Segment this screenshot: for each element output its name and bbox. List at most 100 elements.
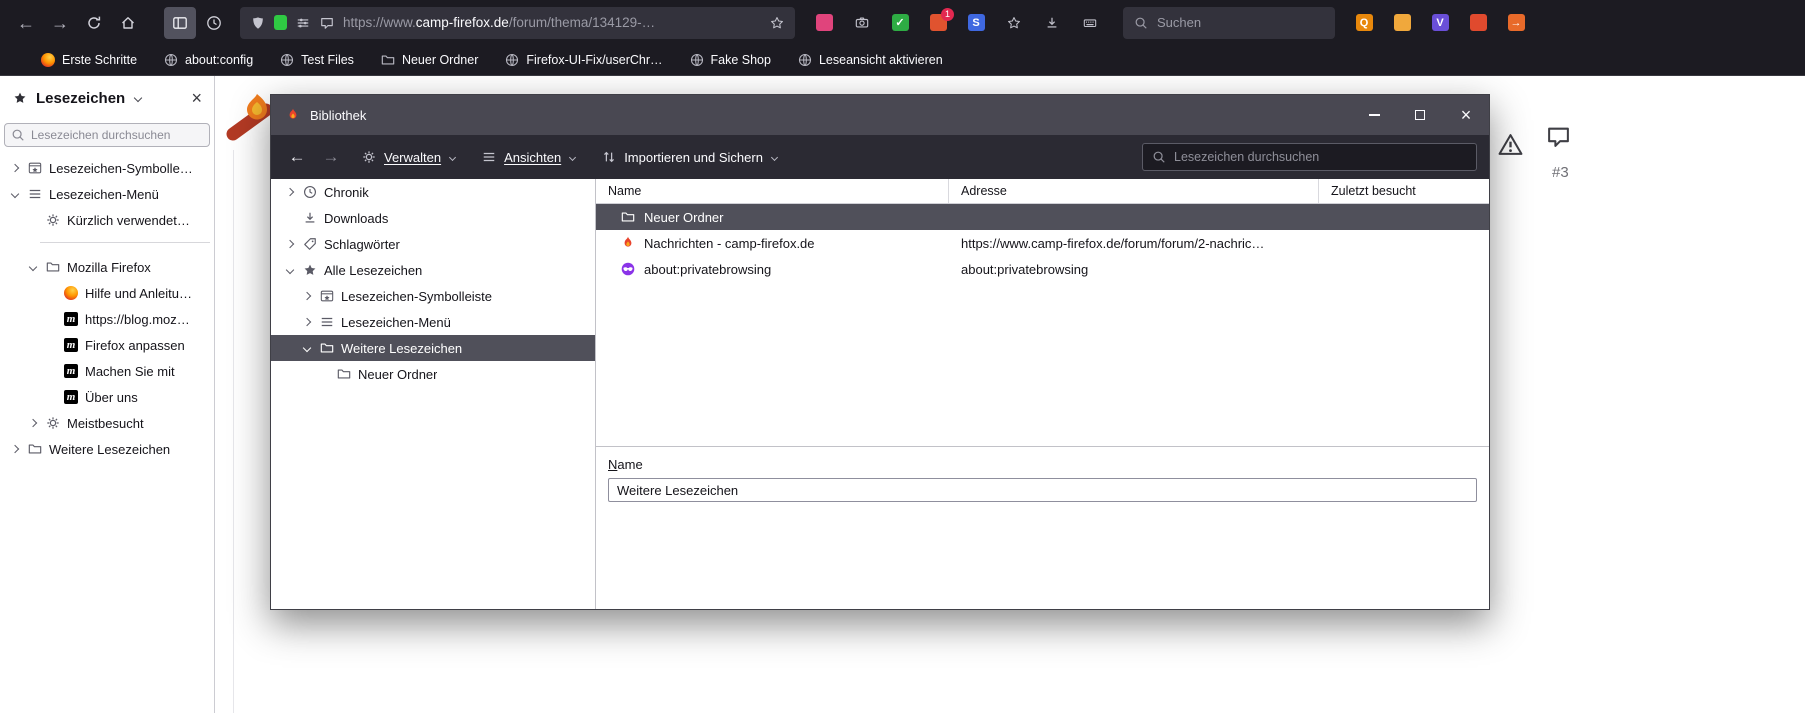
tree-item[interactable]: mÜber uns [0, 384, 214, 410]
column-header[interactable]: Adresse [949, 179, 1319, 203]
tree-item[interactable]: mFirefox anpassen [0, 332, 214, 358]
bookmark-star-icon[interactable] [769, 15, 785, 31]
tree-item[interactable]: Weitere Lesezeichen [271, 335, 595, 361]
home-button[interactable] [112, 7, 144, 39]
url-text[interactable]: https://www.camp-firefox.de/forum/thema/… [343, 15, 761, 30]
tree-item[interactable]: mMachen Sie mit [0, 358, 214, 384]
column-header[interactable]: Name [596, 179, 949, 203]
blue-s-extension-icon[interactable]: S [961, 8, 991, 38]
green-page-action-icon[interactable] [274, 15, 287, 30]
list-row[interactable]: Nachrichten - camp-firefox.dehttps://www… [596, 230, 1489, 256]
bookmark-toolbar-item[interactable]: Leseansicht aktivieren [797, 52, 943, 68]
chevron-right-icon[interactable] [302, 292, 310, 300]
reload-button[interactable] [78, 7, 110, 39]
tracking-protection-shield-icon[interactable] [250, 15, 266, 31]
tree-item[interactable]: Neuer Ordner [271, 361, 595, 387]
library-forward-button[interactable]: → [317, 143, 345, 171]
private-icon [620, 261, 636, 277]
tree-item[interactable]: Weitere Lesezeichen [0, 436, 214, 462]
bookmark-toolbar-item[interactable]: Firefox-UI-Fix/userChr… [504, 52, 662, 68]
chevron-right-icon[interactable] [28, 419, 36, 427]
post-anchor-link[interactable]: #3 [1552, 164, 1569, 181]
bookmarks-toolbar-icon [27, 160, 43, 176]
chevron-right-icon[interactable] [285, 188, 293, 196]
tree-item[interactable]: Schlagwörter [271, 231, 595, 257]
camera-extension-icon[interactable] [847, 8, 877, 38]
pink-extension-icon[interactable] [809, 8, 839, 38]
downloads-button-icon[interactable] [1037, 8, 1067, 38]
library-titlebar[interactable]: Bibliothek × [271, 95, 1489, 135]
browser-search-bar[interactable] [1123, 7, 1335, 39]
expander [283, 267, 296, 273]
history-button[interactable] [198, 7, 230, 39]
library-search[interactable] [1142, 143, 1477, 171]
tree-item[interactable]: Alle Lesezeichen [271, 257, 595, 283]
bookmark-toolbar-item[interactable]: Test Files [279, 52, 354, 68]
library-back-button[interactable]: ← [283, 143, 311, 171]
tree-item[interactable]: mhttps://blog.moz… [0, 306, 214, 332]
orange-arrow-extension-icon[interactable]: → [1501, 8, 1531, 38]
list-icon [481, 149, 497, 165]
list-row[interactable]: about:privatebrowsingabout:privatebrowsi… [596, 256, 1489, 282]
chevron-right-icon[interactable] [10, 445, 18, 453]
gear-icon [45, 415, 61, 431]
manage-button[interactable]: Verwalten [351, 143, 465, 171]
url-bar[interactable]: https://www.camp-firefox.de/forum/thema/… [240, 7, 795, 39]
import-backup-button[interactable]: Importieren und Sichern [591, 143, 787, 171]
red-extension-icon[interactable] [1463, 8, 1493, 38]
close-button[interactable]: × [1443, 95, 1489, 135]
tree-item-label: Firefox anpassen [85, 338, 185, 353]
chevron-down-icon[interactable] [134, 94, 142, 102]
tree-item[interactable]: Lesezeichen-Symbolle… [0, 155, 214, 181]
sliders-icon[interactable] [295, 15, 311, 31]
bookmark-toolbar-item[interactable]: Neuer Ordner [380, 52, 478, 68]
chevron-down-icon [449, 153, 456, 160]
chevron-right-icon[interactable] [285, 240, 293, 248]
fox-extension-icon[interactable]: 1 [923, 8, 953, 38]
orange-q-extension-icon[interactable]: Q [1349, 8, 1379, 38]
cell-address: about:privatebrowsing [949, 256, 1319, 282]
tree-item[interactable]: Mozilla Firefox [0, 254, 214, 280]
tree-item[interactable]: Chronik [271, 179, 595, 205]
chevron-down-icon[interactable] [285, 266, 293, 274]
tree-item-label: Machen Sie mit [85, 364, 175, 379]
tree-item[interactable]: Downloads [271, 205, 595, 231]
star-extension-icon[interactable] [999, 8, 1029, 38]
amber-extension-icon[interactable] [1387, 8, 1417, 38]
chat-bubble-icon[interactable] [1546, 124, 1571, 149]
tree-item[interactable]: Lesezeichen-Symbolleiste [271, 283, 595, 309]
back-button[interactable]: ← [10, 7, 42, 39]
tree-item[interactable]: Lesezeichen-Menü [0, 181, 214, 207]
tree-item[interactable]: Kürzlich verwendet… [0, 207, 214, 233]
bookmark-toolbar-item[interactable]: Fake Shop [689, 52, 771, 68]
forward-button[interactable]: → [44, 7, 76, 39]
list-rows: Neuer OrdnerNachrichten - camp-firefox.d… [596, 204, 1489, 446]
bookmark-toolbar-item[interactable]: Erste Schritte [40, 52, 137, 68]
minimize-button[interactable] [1351, 95, 1397, 135]
maximize-button[interactable] [1397, 95, 1443, 135]
name-input[interactable] [608, 478, 1477, 502]
sidebar-toggle-button[interactable] [164, 7, 196, 39]
close-sidebar-button[interactable]: × [191, 89, 202, 107]
chevron-right-icon[interactable] [10, 164, 18, 172]
chevron-down-icon[interactable] [28, 263, 36, 271]
green-check-extension-icon[interactable]: ✓ [885, 8, 915, 38]
violet-v-extension-icon[interactable]: V [1425, 8, 1455, 38]
chevron-down-icon[interactable] [302, 344, 310, 352]
search-input[interactable] [1157, 15, 1325, 30]
library-search-input[interactable] [1174, 150, 1468, 164]
column-header[interactable]: Zuletzt besucht [1319, 179, 1489, 203]
views-button[interactable]: Ansichten [471, 143, 585, 171]
tree-item[interactable]: Hilfe und Anleitu… [0, 280, 214, 306]
tree-item-label: Lesezeichen-Menü [341, 315, 451, 330]
message-bubble-icon[interactable] [319, 15, 335, 31]
sidebar-search[interactable] [4, 123, 210, 147]
chevron-down-icon[interactable] [10, 190, 18, 198]
tree-item[interactable]: Lesezeichen-Menü [271, 309, 595, 335]
tree-item[interactable]: Meistbesucht [0, 410, 214, 436]
keyboard-extension-icon[interactable] [1075, 8, 1105, 38]
bookmark-toolbar-item[interactable]: about:config [163, 52, 253, 68]
chevron-right-icon[interactable] [302, 318, 310, 326]
list-row[interactable]: Neuer Ordner [596, 204, 1489, 230]
sidebar-search-input[interactable] [31, 128, 203, 142]
